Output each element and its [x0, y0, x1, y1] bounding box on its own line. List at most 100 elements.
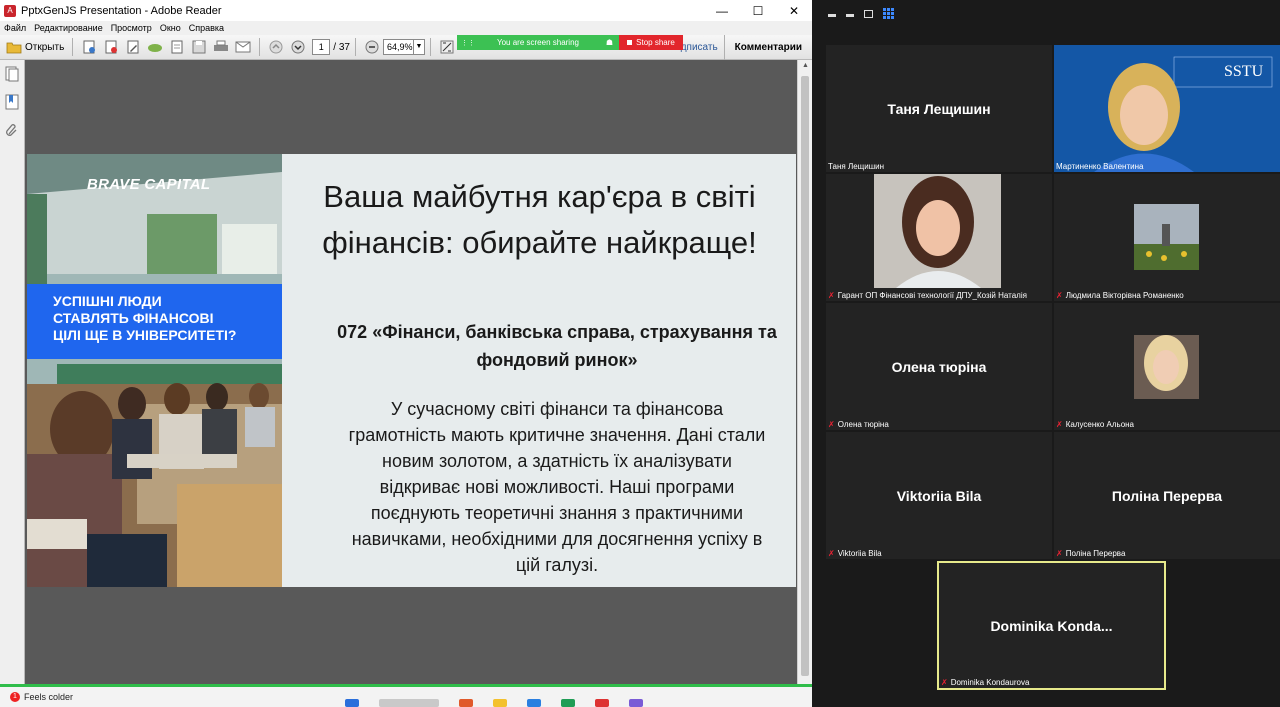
participant-tile[interactable]: Олена тюріна ✗ Олена тюріна	[826, 303, 1052, 430]
edit-icon[interactable]	[125, 39, 141, 55]
drag-handle-icon[interactable]: ⋮⋮	[461, 39, 475, 47]
slide-body-line: грамотність мають критичне значення. Дан…	[348, 425, 766, 445]
slide-title-line: Ваша майбутня кар'єра в світі	[323, 179, 756, 214]
participant-name-tag: ✗ Dominika Kondaurova	[941, 678, 1029, 687]
scroll-up-icon[interactable]: ▲	[798, 62, 813, 69]
maximize-icon[interactable]	[864, 9, 873, 18]
stop-share-label: Stop share	[636, 38, 675, 47]
participant-tile[interactable]: Поліна Перерва ✗ Поліна Перерва	[1054, 432, 1280, 559]
weather-widget[interactable]: Feels colder	[24, 692, 73, 702]
menu-view[interactable]: Просмотр	[107, 23, 156, 33]
presentation-slide: BRAVE CAPITAL УСПІШНІ ЛЮДИ СТАВЛЯТЬ ФІНА…	[27, 154, 796, 587]
slide-body-line: У сучасному світі фінанси та фінансова	[390, 399, 724, 419]
title-bar: A PptxGenJS Presentation - Adobe Reader …	[0, 0, 812, 21]
participant-tile[interactable]: Viktoriia Bila ✗ Viktoriia Bila	[826, 432, 1052, 559]
participant-name-tag: ✗ Viktoriia Bila	[828, 549, 882, 558]
minimize-icon[interactable]	[828, 14, 836, 17]
email-icon[interactable]	[235, 39, 251, 55]
next-page-icon[interactable]	[290, 39, 306, 55]
slide-body-line: новим золотом, а здатність їх аналізуват…	[382, 451, 732, 471]
slide-body-line: навичками, необхідними для досягнення ус…	[351, 529, 763, 549]
share-document-icon[interactable]	[169, 39, 185, 55]
open-button[interactable]: Открыть	[0, 37, 67, 57]
participant-tile[interactable]: ✗ Калусенко Альона	[1054, 303, 1280, 430]
page-number-input[interactable]: 1	[312, 39, 331, 55]
zoom-level-select[interactable]: 64,9% ▼	[382, 39, 425, 55]
app-icon[interactable]	[459, 699, 473, 707]
stop-share-button[interactable]: Stop share	[619, 35, 683, 50]
muted-mic-icon: ✗	[941, 678, 948, 687]
previous-page-icon[interactable]	[268, 39, 284, 55]
close-button[interactable]: ✕	[776, 4, 812, 18]
folder-icon	[6, 39, 22, 55]
fullscreen-icon[interactable]	[439, 39, 455, 55]
menu-help[interactable]: Справка	[185, 23, 228, 33]
muted-mic-icon: ✗	[1056, 291, 1063, 300]
toolbar: Открыть 1 / 37 64,9% ▼ дписать Комментар…	[0, 34, 812, 60]
muted-mic-icon: ✗	[828, 549, 835, 558]
menu-window[interactable]: Окно	[156, 23, 185, 33]
slide-body: У сучасному світі фінанси та фінансова г…	[319, 396, 795, 578]
cloud-upload-icon[interactable]	[147, 39, 163, 55]
open-label: Открыть	[25, 41, 65, 53]
participant-name-tag: ✗ Людмила Вікторівна Романенко	[1056, 291, 1184, 300]
slide-subtitle-line: 072 «Фінанси, банківська справа, страхув…	[337, 322, 777, 342]
slide-subtitle: 072 «Фінанси, банківська справа, страхув…	[317, 318, 796, 374]
participant-center-name: Поліна Перерва	[1111, 487, 1223, 504]
windows-start-icon[interactable]	[345, 699, 359, 707]
combine-icon[interactable]	[103, 39, 119, 55]
participant-name-tag: ✗ Гарант ОП Фінансові технології ДПУ_Козі…	[828, 291, 1027, 300]
attachment-icon[interactable]	[4, 122, 20, 138]
slogan-line: ЦІЛІ ЩЕ В УНІВЕРСИТЕТІ?	[53, 327, 237, 343]
participant-name: Viktoriia Bila	[837, 549, 882, 558]
app-icon[interactable]	[561, 699, 575, 707]
app-icon[interactable]	[527, 699, 541, 707]
menu-edit[interactable]: Редактирование	[30, 23, 107, 33]
shield-icon: ☗	[605, 38, 613, 47]
participant-name: Олена тюріна	[837, 420, 889, 429]
bookmark-icon[interactable]	[4, 94, 20, 110]
stop-icon	[627, 40, 633, 45]
toolbar-separator	[429, 38, 431, 56]
vertical-scrollbar[interactable]: ▲	[797, 60, 812, 684]
window-controls: — ☐ ✕	[704, 4, 812, 18]
slide-body-line: відкриває нові можливості. Наші програми	[379, 477, 735, 497]
notification-badge: 1	[10, 692, 20, 702]
toolbar-separator	[354, 38, 356, 56]
zoom-gallery: Таня Лещишин Таня Лещишин SSTU Мартиненк…	[814, 0, 1280, 707]
print-icon[interactable]	[213, 39, 229, 55]
pages-icon[interactable]	[4, 66, 20, 82]
participant-video	[826, 174, 1052, 301]
zoom-out-icon[interactable]	[364, 39, 380, 55]
minimize-button[interactable]: —	[704, 4, 740, 18]
scrollbar-thumb[interactable]	[801, 76, 809, 676]
muted-mic-icon: ✗	[828, 291, 835, 300]
participant-video	[1054, 174, 1280, 301]
menu-file[interactable]: Файл	[0, 23, 30, 33]
participant-tile[interactable]: ✗ Людмила Вікторівна Романенко	[1054, 174, 1280, 301]
slide-body-line: цій галузі.	[515, 555, 599, 575]
comments-button[interactable]: Комментарии	[723, 34, 812, 60]
gallery-view-icon[interactable]	[883, 8, 894, 19]
page-total: / 37	[333, 41, 350, 53]
participant-tile[interactable]: Таня Лещишин Таня Лещишин	[826, 45, 1052, 172]
save-icon[interactable]	[191, 39, 207, 55]
participant-center-name: Таня Лещишин	[887, 100, 991, 117]
search-icon[interactable]	[379, 699, 439, 707]
zoom-level-value: 64,9%	[386, 42, 413, 52]
brand-logo: BRAVE CAPITAL	[87, 176, 210, 193]
maximize-button[interactable]: ☐	[740, 4, 776, 18]
taskbar-apps	[345, 699, 643, 707]
app-icon[interactable]	[595, 699, 609, 707]
slogan-line: СТАВЛЯТЬ ФІНАНСОВІ	[53, 310, 214, 326]
participant-tile[interactable]: ✗ Гарант ОП Фінансові технології ДПУ_Козі…	[826, 174, 1052, 301]
minimize-icon[interactable]	[846, 14, 854, 17]
create-pdf-icon[interactable]	[81, 39, 97, 55]
participant-tile-active-speaker[interactable]: Dominika Konda... ✗ Dominika Kondaurova	[937, 561, 1166, 690]
participant-name: Поліна Перерва	[1065, 549, 1126, 558]
participant-name-tag: Таня Лещишин	[828, 162, 884, 171]
screen-sharing-indicator[interactable]: ⋮⋮ You are screen sharing ☗	[457, 35, 619, 50]
participant-tile[interactable]: SSTU Мартиненко Валентина	[1054, 45, 1280, 172]
app-icon[interactable]	[629, 699, 643, 707]
folder-icon[interactable]	[493, 699, 507, 707]
